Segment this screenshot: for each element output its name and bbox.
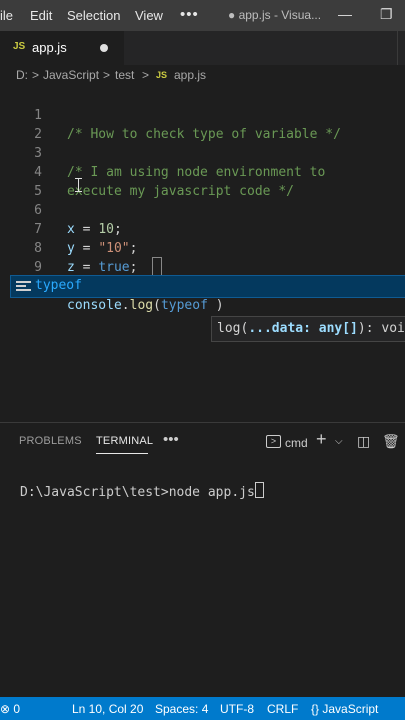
javascript-file-icon: JS [156, 70, 168, 80]
signature-text: log(...data: any[]): void [217, 321, 405, 336]
code-line: 7 y = "10"; [0, 201, 405, 256]
code-statement: console.log(typeof ) [67, 298, 224, 313]
keyword-icon [16, 281, 31, 292]
tab-app-js[interactable]: JS app.js [0, 31, 124, 65]
breadcrumb-file[interactable]: app.js [174, 68, 206, 82]
status-indentation[interactable]: Spaces: 4 [155, 702, 208, 716]
menu-selection[interactable]: Selection [67, 8, 120, 23]
status-encoding[interactable]: UTF-8 [220, 702, 254, 716]
split-terminal-icon[interactable]: ◫ [357, 433, 370, 450]
code-line: 9 [0, 239, 405, 275]
suggestion-item-typeof[interactable]: typeof [10, 275, 405, 298]
code-line: 3 /* I am using node environment to [0, 125, 405, 180]
code-line: 2 [0, 106, 405, 142]
breadcrumb-separator: > [142, 68, 150, 82]
menu-more-icon[interactable]: ••• [180, 6, 199, 23]
new-terminal-button[interactable]: + [316, 429, 327, 450]
status-cursor-position[interactable]: Ln 10, Col 20 [72, 702, 143, 716]
status-language[interactable]: {} JavaScript [311, 702, 378, 716]
menu-view[interactable]: View [135, 8, 163, 23]
breadcrumb: D: > JavaScript > test > JS app.js [0, 65, 405, 87]
breadcrumb-folder-javascript[interactable]: JavaScript [43, 68, 99, 82]
restore-button[interactable]: ❐ [380, 6, 393, 23]
signature-help-popup: log(...data: any[]): void [211, 316, 405, 342]
terminal-shell-icon[interactable]: > [266, 435, 281, 448]
unsaved-dot-icon[interactable] [100, 44, 108, 52]
breadcrumb-drive[interactable]: D: [16, 68, 28, 82]
code-line: 8 z = true; [0, 220, 405, 275]
window-title: ● app.js - Visua... [228, 8, 322, 22]
trash-icon[interactable]: 🗑 [382, 433, 400, 450]
status-eol[interactable]: CRLF [267, 702, 298, 716]
code-line: 6 x = 10; [0, 182, 405, 237]
menu-edit[interactable]: Edit [30, 8, 52, 23]
code-line: 1 /* How to check type of variable */ [0, 87, 405, 142]
suggestion-label: typeof [35, 278, 82, 293]
active-tab-indicator [96, 453, 148, 454]
javascript-file-icon: JS [13, 41, 26, 52]
breadcrumb-separator: > [32, 68, 40, 82]
title-bar: ile Edit Selection View ••• ● app.js - V… [0, 0, 405, 31]
code-editor[interactable]: 1 /* How to check type of variable */ 2 … [0, 87, 405, 422]
code-line: 4 execute my javascript code */ [0, 144, 405, 199]
tab-problems[interactable]: PROBLEMS [19, 435, 82, 447]
bottom-panel: PROBLEMS TERMINAL ••• > cmd + ⌵ ◫ 🗑 D:\J… [0, 422, 405, 698]
code-line: 5 [0, 163, 405, 199]
status-problems[interactable]: ⊗ 0 [0, 702, 20, 716]
chevron-down-icon[interactable]: ⌵ [335, 436, 343, 447]
tab-bar-divider [397, 31, 405, 65]
breadcrumb-separator: > [103, 68, 111, 82]
terminal-prompt: D:\JavaScript\test>node app.js [20, 485, 255, 500]
terminal-cursor [254, 482, 264, 498]
terminal-output[interactable]: D:\JavaScript\test>node app.js [20, 482, 264, 500]
mouse-ibeam-cursor-icon [75, 178, 82, 192]
minimize-button[interactable]: — [338, 6, 352, 22]
status-bar: ⊗ 0 Ln 10, Col 20 Spaces: 4 UTF-8 CRLF {… [0, 697, 405, 720]
tab-terminal[interactable]: TERMINAL [96, 435, 153, 447]
shell-name[interactable]: cmd [285, 436, 308, 450]
menu-file[interactable]: ile [0, 8, 13, 23]
editor-tab-bar: JS app.js [0, 31, 405, 65]
tab-label: app.js [32, 40, 67, 55]
breadcrumb-folder-test[interactable]: test [115, 68, 134, 82]
bracket-match-highlight [152, 257, 162, 276]
panel-more-icon[interactable]: ••• [163, 431, 179, 448]
